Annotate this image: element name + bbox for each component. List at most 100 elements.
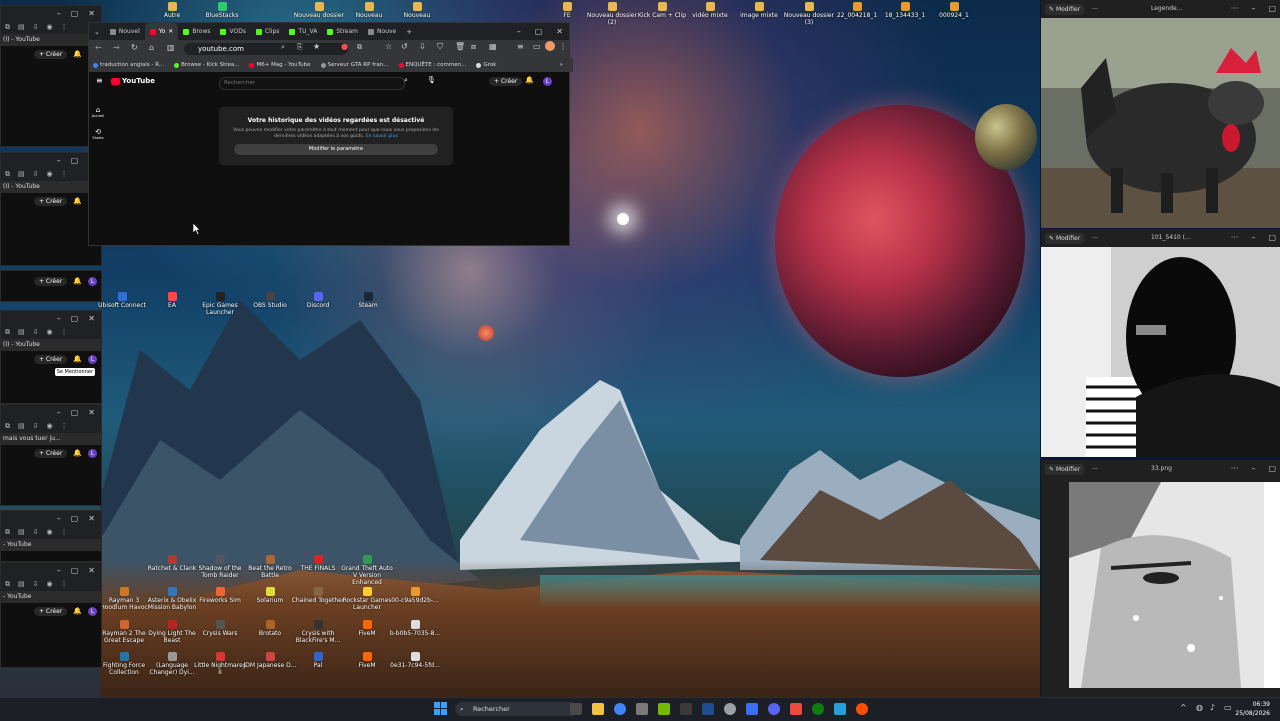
browser-window[interactable]: ⌄ Nouvel Yo ✕ Brows VODs Clips TU_VA Stre… [88, 22, 573, 246]
volume-icon[interactable]: ♪ [1210, 703, 1215, 712]
edit-button[interactable]: ✎ Modifier [1045, 232, 1085, 244]
network-icon[interactable]: ◍ [1196, 703, 1203, 712]
sidebar-icon[interactable]: ▤ [18, 23, 25, 31]
tab[interactable]: Nouve [363, 23, 401, 40]
minimize-icon[interactable]: – [57, 314, 61, 323]
bell-icon[interactable]: 🔔 [73, 277, 82, 285]
star-icon[interactable]: ★ [313, 42, 320, 51]
extensions-icon[interactable]: ⧉ [5, 580, 10, 589]
avatar[interactable]: L [543, 77, 552, 86]
desktop-icon-bluestacks[interactable]: BlueStacks [195, 2, 249, 19]
app-icon[interactable] [724, 703, 736, 715]
desktop-icon-video-mixte[interactable]: vidéo mixte [683, 2, 737, 19]
tab[interactable]: TU_VA [284, 23, 322, 40]
bookmark[interactable]: traduction anglais - R... [93, 62, 164, 68]
avatar[interactable]: L [88, 448, 97, 458]
desktop-icon-file[interactable]: 00-c9a59d2b-... [388, 587, 442, 604]
edit-button[interactable]: ✎ Modifier [1045, 463, 1085, 475]
edit-button[interactable]: ✎ Modifier [1045, 3, 1085, 15]
desktop-icon-game[interactable]: Shadow of the Tomb Raider [193, 555, 247, 579]
app-icon[interactable] [680, 703, 692, 715]
left-browser-window-4[interactable]: – ▢ ✕ ⧉ ▤ ⇩ ◉ ⋮ (I) - YouTube + Créer 🔔 L Se Men… [0, 310, 102, 404]
profile-icon[interactable]: ◉ [47, 23, 53, 31]
desktop-icon-file[interactable]: b-b0b5-7035-8... [388, 620, 442, 637]
bookmark[interactable]: M6+ Mag - YouTube [249, 62, 311, 68]
desktop-icon-game[interactable]: Crysis with BlackFire's M... [291, 620, 345, 644]
desktop-icon-discord[interactable]: Discord [291, 292, 345, 309]
maximize-icon[interactable]: ▢ [1268, 464, 1276, 473]
sidebar-item-shorts[interactable]: ⟲ Shorts [89, 128, 107, 140]
profile-icon[interactable]: ◉ [47, 528, 53, 536]
close-icon[interactable]: ✕ [556, 27, 563, 36]
more-bookmarks-icon[interactable]: » [560, 62, 573, 68]
more-options-icon[interactable]: ··· [1092, 235, 1098, 242]
minimize-icon[interactable]: – [1251, 464, 1255, 473]
search-icon[interactable]: ⌕ [404, 76, 408, 85]
tab[interactable]: Clips [251, 23, 284, 40]
microphone-icon[interactable]: 🎙 [427, 76, 436, 84]
app-icon[interactable] [636, 703, 648, 715]
desktop-icon-game[interactable]: Fighting Force Collection [97, 652, 151, 676]
desktop-icon-game[interactable]: Pal [291, 652, 345, 669]
bookmark[interactable]: Serveur GTA RP fran... [320, 62, 389, 68]
trash-icon[interactable]: 🗑 [455, 42, 465, 51]
maximize-icon[interactable]: ▢ [535, 27, 543, 36]
menu-icon[interactable]: ⋮ [61, 23, 68, 31]
extensions-icon[interactable]: ⧉ [5, 170, 10, 179]
maximize-icon[interactable]: ▢ [71, 514, 79, 523]
app-icon[interactable] [834, 703, 846, 715]
desktop-icon-game[interactable]: THE FINALS [291, 555, 345, 572]
create-button[interactable]: + Créer [33, 606, 68, 616]
screenshot-icon[interactable]: ⧈ [471, 42, 476, 52]
extensions-icon[interactable]: ⧉ [5, 328, 10, 337]
maximize-icon[interactable]: ▢ [71, 9, 79, 18]
close-icon[interactable]: ✕ [88, 566, 95, 575]
menu-icon[interactable]: ⋮ [559, 42, 567, 51]
desktop-icon-game[interactable]: Ratchet & Clank [145, 555, 199, 572]
more-options-icon[interactable]: ··· [1092, 6, 1098, 13]
desktop-icon-game[interactable]: Dying Light The Beast [145, 620, 199, 644]
desktop-icon-nouveau-2[interactable]: Nouveau [390, 2, 444, 19]
app-icon[interactable] [790, 703, 802, 715]
minimize-icon[interactable]: – [57, 9, 61, 18]
extensions-icon[interactable]: ⧉ [5, 23, 10, 32]
minimize-icon[interactable]: – [1251, 4, 1255, 13]
discord-icon[interactable] [768, 703, 780, 715]
new-tab-icon[interactable]: + [401, 28, 417, 36]
maximize-icon[interactable]: ▢ [71, 314, 79, 323]
desktop-icon-file-3[interactable]: 000924_1 [927, 2, 981, 19]
address-bar[interactable]: youtube.com [184, 43, 348, 55]
avatar[interactable]: L [88, 276, 97, 286]
bookmark[interactable]: Grok [476, 62, 496, 68]
maximize-icon[interactable]: ▢ [1268, 233, 1276, 242]
learn-more-link[interactable]: En savoir plus [366, 134, 398, 139]
close-icon[interactable]: ✕ [88, 514, 95, 523]
sidebar-icon[interactable]: ▤ [18, 580, 25, 588]
left-browser-window-5[interactable]: – ▢ ✕ ⧉ ▤ ⇩ ◉ ⋮ mais vous tuer ju... + Créer 🔔 L [0, 404, 102, 506]
left-browser-window-6[interactable]: – ▢ ✕ ⧉ ▤ ⇩ ◉ ⋮ - YouTube [0, 510, 102, 562]
maximize-icon[interactable]: ▢ [71, 566, 79, 575]
bookmark-star-icon[interactable]: ☆ [385, 42, 392, 51]
profile-icon[interactable]: ◉ [47, 580, 53, 588]
tray-chevron-icon[interactable]: ^ [1180, 703, 1187, 712]
desktop-icon-nouveau-dossier-3[interactable]: Nouveau dossier (3) [782, 2, 836, 26]
bell-icon[interactable]: 🔔 [73, 197, 82, 205]
desktop-icon-game[interactable]: Rayman 2 The Great Escape [97, 620, 151, 644]
menu-icon[interactable]: ⋮ [61, 528, 68, 536]
desktop-icon-game[interactable]: Rockstar Games Launcher [340, 587, 394, 611]
downloads-icon[interactable]: ⇩ [33, 328, 39, 336]
app-icon[interactable] [746, 703, 758, 715]
desktop-icon-game[interactable]: (Language Changer) Dyi... [145, 652, 199, 676]
tab[interactable]: Brows [178, 23, 215, 40]
close-tab-icon[interactable]: ✕ [168, 28, 173, 35]
minimize-icon[interactable]: – [57, 514, 61, 523]
sidebar-icon[interactable]: ▤ [18, 528, 25, 536]
shield-icon[interactable]: ⛉ [437, 42, 443, 52]
menu-icon[interactable]: ⋮ [61, 170, 68, 178]
desktop-icon-fivem[interactable]: FiveM [340, 620, 394, 637]
minimize-icon[interactable]: – [57, 156, 61, 165]
menu-icon[interactable]: ⋮ [61, 328, 68, 336]
create-button[interactable]: + Créer [33, 448, 68, 458]
left-browser-window-2[interactable]: –▢✕ ⧉▤⇩◉⋮ (I) - YouTube + Créer🔔L [0, 152, 102, 266]
downloads-icon[interactable]: ⇩ [419, 42, 426, 51]
